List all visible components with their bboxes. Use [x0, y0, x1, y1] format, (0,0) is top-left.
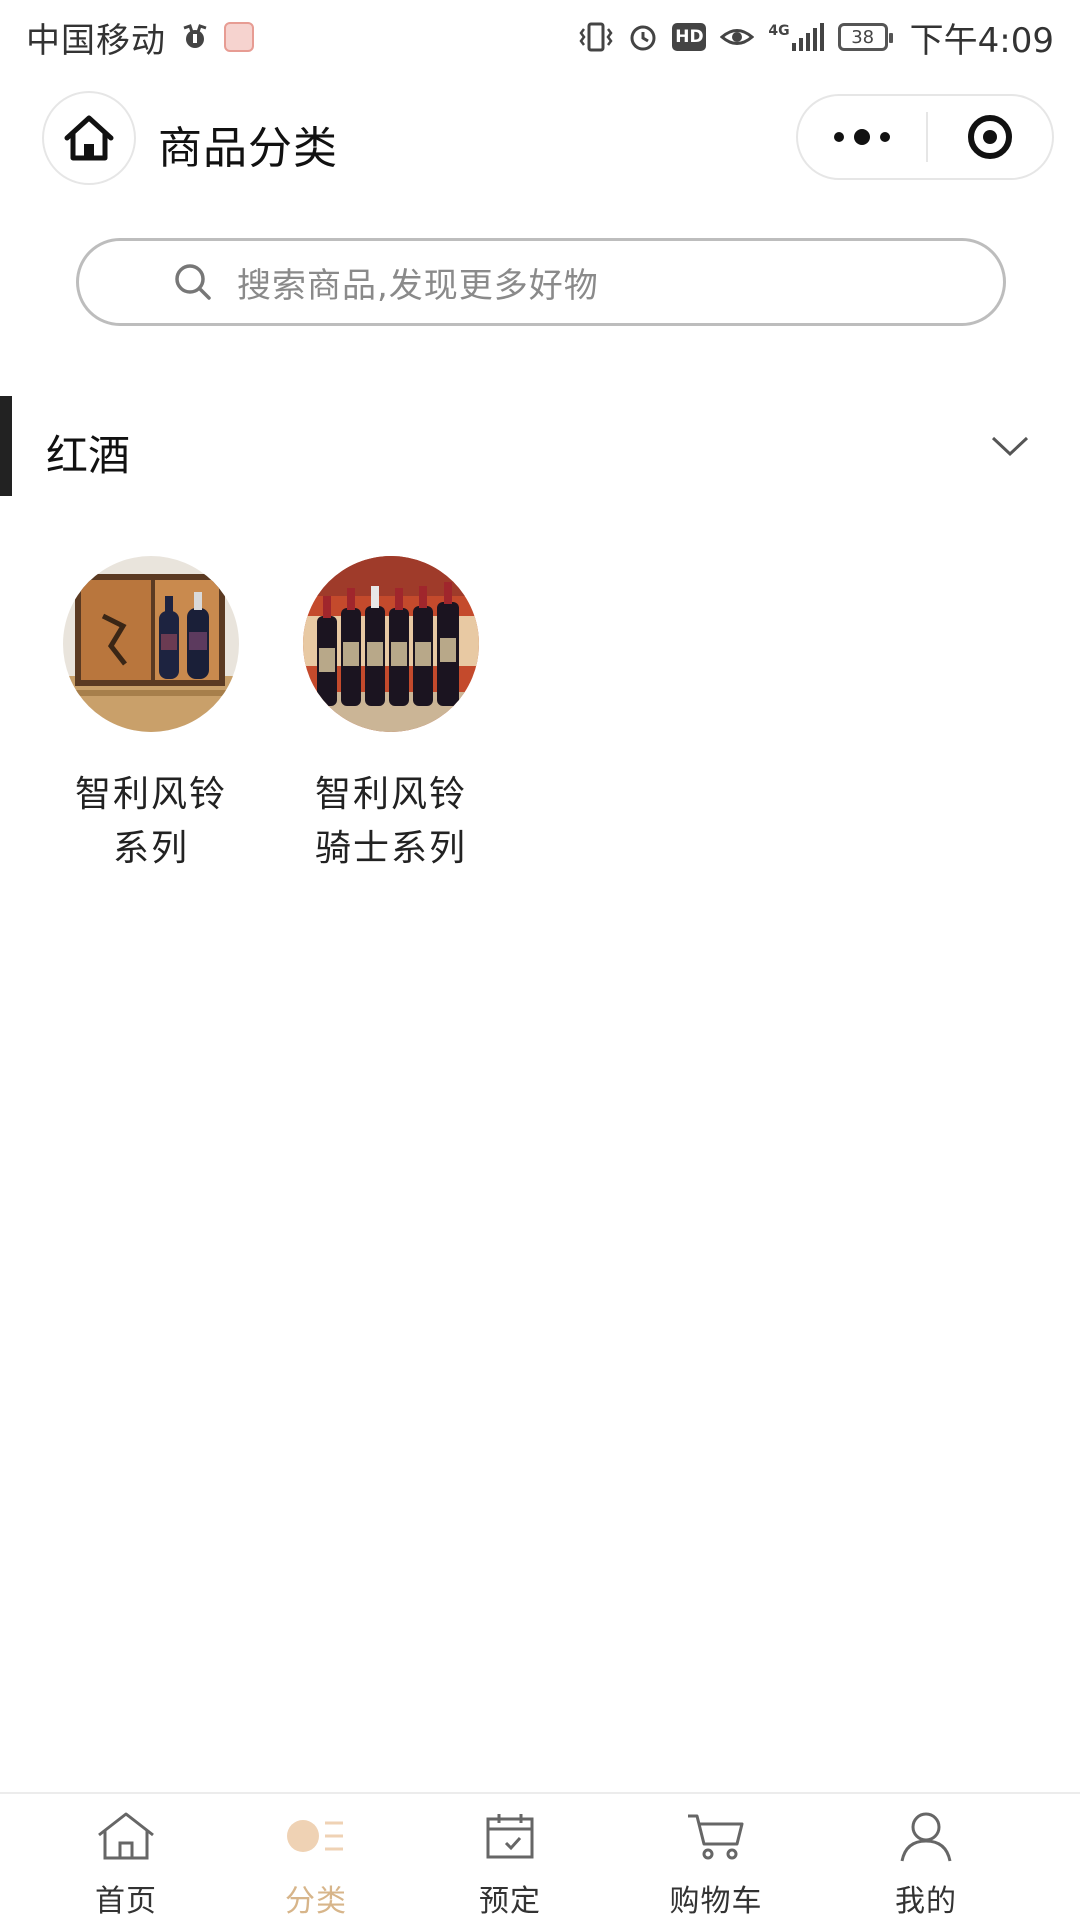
more-dot-icon — [854, 129, 870, 145]
search-icon — [171, 260, 215, 304]
user-icon — [891, 1808, 961, 1864]
mini-program-capsule — [796, 94, 1054, 180]
search-placeholder: 搜索商品,发现更多好物 — [237, 265, 599, 306]
product-name-line: 系列 — [112, 828, 189, 869]
more-button[interactable] — [798, 96, 926, 178]
product-name-line: 智利风铃 — [74, 774, 227, 815]
tab-home[interactable]: 首页 — [46, 1794, 206, 1920]
product-name: 智利风铃 骑士系列 — [271, 768, 511, 876]
category-marker — [0, 396, 12, 496]
tab-label: 分类 — [285, 1884, 347, 1919]
tab-label: 我的 — [895, 1884, 957, 1919]
eye-icon — [720, 24, 755, 50]
clock-label: 下午4:09 — [909, 20, 1054, 61]
tab-reserve[interactable]: 预定 — [430, 1794, 590, 1920]
tab-category[interactable]: 分类 — [236, 1794, 396, 1920]
close-button[interactable] — [928, 96, 1052, 178]
title-bar: 商品分类 — [0, 74, 1080, 204]
product-name: 智利风铃 系列 — [31, 768, 271, 876]
product-name-line: 智利风铃 — [314, 774, 467, 815]
more-dot-icon — [834, 132, 844, 142]
home-icon — [91, 1808, 161, 1864]
product-item[interactable]: 智利风铃 系列 — [31, 556, 271, 876]
tab-label: 首页 — [95, 1884, 157, 1919]
signal-icon: 4G — [768, 23, 824, 51]
cart-icon — [681, 1808, 751, 1864]
vibrate-icon — [578, 21, 614, 53]
tab-label: 购物车 — [669, 1884, 763, 1919]
category-title: 红酒 — [46, 431, 131, 480]
product-name-line: 骑士系列 — [314, 828, 467, 869]
product-image[interactable] — [303, 556, 479, 732]
search-input[interactable]: 搜索商品,发现更多好物 — [76, 238, 1006, 326]
alarm-clock-icon — [628, 22, 658, 52]
page: 中国移动 HD 4G 38 下午4:09 商品分类 搜索商品,发现更多好物 红酒… — [0, 0, 1080, 1920]
category-icon — [281, 1808, 351, 1864]
category-header[interactable]: 红酒 — [0, 396, 1080, 496]
tab-mine[interactable]: 我的 — [846, 1794, 1006, 1920]
home-button[interactable] — [42, 91, 136, 185]
network-type-label: 4G — [768, 23, 790, 39]
battery-icon: 38 — [837, 23, 893, 51]
page-title: 商品分类 — [158, 123, 338, 174]
status-left: 中国移动 — [26, 13, 254, 62]
alarm-app-icon — [180, 22, 210, 52]
chevron-down-icon[interactable] — [990, 426, 1030, 466]
tab-label: 预定 — [479, 1884, 541, 1919]
status-right: HD 4G 38 下午4:09 — [578, 13, 1054, 62]
hd-icon: HD — [672, 23, 707, 51]
calendar-icon — [475, 1808, 545, 1864]
more-dot-icon — [880, 132, 890, 142]
close-target-icon — [968, 115, 1012, 159]
tab-bar: 首页 分类 预定 购物车 我的 — [0, 1792, 1080, 1920]
tab-cart[interactable]: 购物车 — [636, 1794, 796, 1920]
battery-level: 38 — [851, 26, 875, 48]
status-bar: 中国移动 HD 4G 38 下午4:09 — [0, 0, 1080, 74]
product-image[interactable] — [63, 556, 239, 732]
carrier-label: 中国移动 — [26, 20, 166, 61]
home-icon — [64, 115, 114, 161]
product-item[interactable]: 智利风铃 骑士系列 — [271, 556, 511, 876]
app-notification-icon — [224, 22, 254, 52]
